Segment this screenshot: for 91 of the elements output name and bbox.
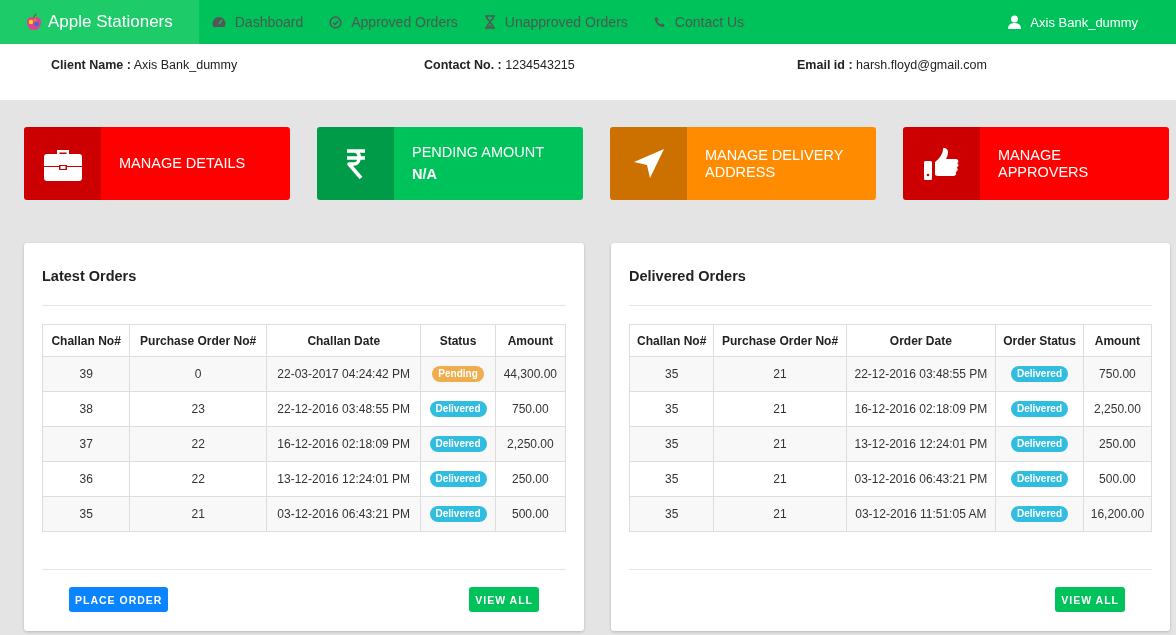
dashboard-tile[interactable]: MANAGE APPROVERS — [903, 127, 1169, 200]
table-cell: 03-12-2016 11:51:05 AM — [846, 496, 996, 532]
tile-value: N/A — [412, 166, 438, 183]
check-circle-icon — [329, 15, 343, 29]
client-info-text: Contact No. : 1234543215 — [424, 58, 576, 74]
table-cell: 23 — [129, 391, 267, 427]
status-badge: Pending — [432, 366, 484, 382]
table-cell: 22-12-2016 03:48:55 PM — [846, 356, 996, 392]
column-header: Purchase Order No# — [129, 324, 267, 357]
table-cell: 44,300.00 — [495, 356, 566, 392]
user-icon — [1008, 15, 1022, 29]
table-cell: 500.00 — [495, 496, 566, 532]
status-badge: Delivered — [1010, 436, 1068, 452]
tile-title: PENDING AMOUNT — [412, 144, 545, 161]
table-cell: 21 — [713, 426, 847, 462]
table-cell: 750.00 — [495, 391, 566, 427]
table-cell: 35 — [629, 356, 714, 392]
action-button[interactable]: VIEW ALL — [1055, 587, 1125, 612]
table-cell: 16,200.00 — [1083, 496, 1152, 532]
table-cell: 16-12-2016 02:18:09 PM — [266, 426, 421, 462]
client-info-text: Email id : harsh.floyd@gmail.com — [797, 58, 988, 74]
table-cell: 13-12-2016 12:24:01 PM — [266, 461, 421, 497]
table-cell: 35 — [629, 461, 714, 497]
rupee-icon — [345, 148, 366, 179]
table-cell: 0 — [129, 356, 267, 392]
nav-link[interactable]: Approved Orders — [316, 0, 471, 44]
status-badge: Delivered — [429, 471, 487, 487]
table-cell: 03-12-2016 06:43:21 PM — [846, 461, 996, 497]
tile-title: MANAGE DELIVERY ADDRESS — [705, 146, 845, 181]
table-cell: 750.00 — [1083, 356, 1152, 392]
table-cell: 21 — [713, 461, 847, 497]
table-cell: 16-12-2016 02:18:09 PM — [846, 391, 996, 427]
table-cell: 21 — [129, 496, 267, 532]
table-cell: 250.00 — [495, 461, 566, 497]
table-cell: 22-12-2016 03:48:55 PM — [266, 391, 421, 427]
table-cell: 22 — [129, 426, 267, 462]
table-cell: 2,250.00 — [495, 426, 566, 462]
hourglass-icon — [483, 15, 496, 29]
client-info-text: Client Name : Axis Bank_dummy — [51, 58, 239, 74]
table-cell: 13-12-2016 12:24:01 PM — [846, 426, 996, 462]
phone-icon — [653, 16, 666, 28]
column-header: Challan Date — [266, 324, 421, 357]
status-badge: Delivered — [1010, 506, 1068, 522]
table-cell: 22 — [129, 461, 267, 497]
status-badge: Delivered — [429, 401, 487, 417]
card-title: Latest Orders — [42, 243, 566, 306]
thumbs-up-icon — [923, 146, 960, 181]
table-cell: 21 — [713, 496, 847, 532]
column-header: Status — [420, 324, 496, 357]
tile-title: MANAGE DETAILS — [119, 155, 246, 172]
column-header: Order Date — [846, 324, 996, 357]
card-title: Delivered Orders — [629, 243, 1152, 306]
table-cell: 36 — [42, 461, 130, 497]
dashboard-tile[interactable]: PENDING AMOUNT N/A — [317, 127, 583, 200]
tile-title: MANAGE APPROVERS — [998, 146, 1090, 181]
status-badge: Delivered — [429, 506, 487, 522]
status-badge: Delivered — [1010, 366, 1068, 382]
table-cell: 21 — [713, 391, 847, 427]
table-cell: 35 — [42, 496, 130, 532]
table-cell: 35 — [629, 391, 714, 427]
table-cell: 500.00 — [1083, 461, 1152, 497]
column-header: Amount — [1083, 324, 1152, 357]
nav-link[interactable]: Contact Us — [640, 0, 758, 44]
user-menu[interactable]: Axis Bank_dummy — [1008, 0, 1138, 44]
nav-link[interactable]: Dashboard — [198, 0, 317, 44]
status-badge: Delivered — [1010, 471, 1068, 487]
gauge-icon — [211, 16, 226, 28]
table-cell: 21 — [713, 356, 847, 392]
table-cell: 2,250.00 — [1083, 391, 1152, 427]
dashboard-tile[interactable]: MANAGE DELIVERY ADDRESS — [610, 127, 876, 200]
status-badge: Delivered — [1010, 401, 1068, 417]
apple-logo-icon — [26, 13, 42, 31]
table-cell: 250.00 — [1083, 426, 1152, 462]
column-header: Order Status — [995, 324, 1084, 357]
action-button[interactable]: VIEW ALL — [469, 587, 539, 612]
column-header: Purchase Order No# — [713, 324, 847, 357]
status-badge: Delivered — [429, 436, 487, 452]
location-arrow-icon — [632, 147, 665, 180]
column-header: Amount — [495, 324, 566, 357]
table-cell: 35 — [629, 496, 714, 532]
dashboard-tile[interactable]: MANAGE DETAILS — [24, 127, 290, 200]
table-cell: 35 — [629, 426, 714, 462]
column-header: Challan No# — [629, 324, 714, 357]
action-button[interactable]: PLACE ORDER — [69, 587, 169, 612]
table-cell: 22-03-2017 04:24:42 PM — [266, 356, 421, 392]
table-cell: 39 — [42, 356, 130, 392]
table-cell: 38 — [42, 391, 130, 427]
table-cell: 37 — [42, 426, 130, 462]
table-cell: 03-12-2016 06:43:21 PM — [266, 496, 421, 532]
nav-link[interactable]: Unapproved Orders — [470, 0, 641, 44]
column-header: Challan No# — [42, 324, 130, 357]
